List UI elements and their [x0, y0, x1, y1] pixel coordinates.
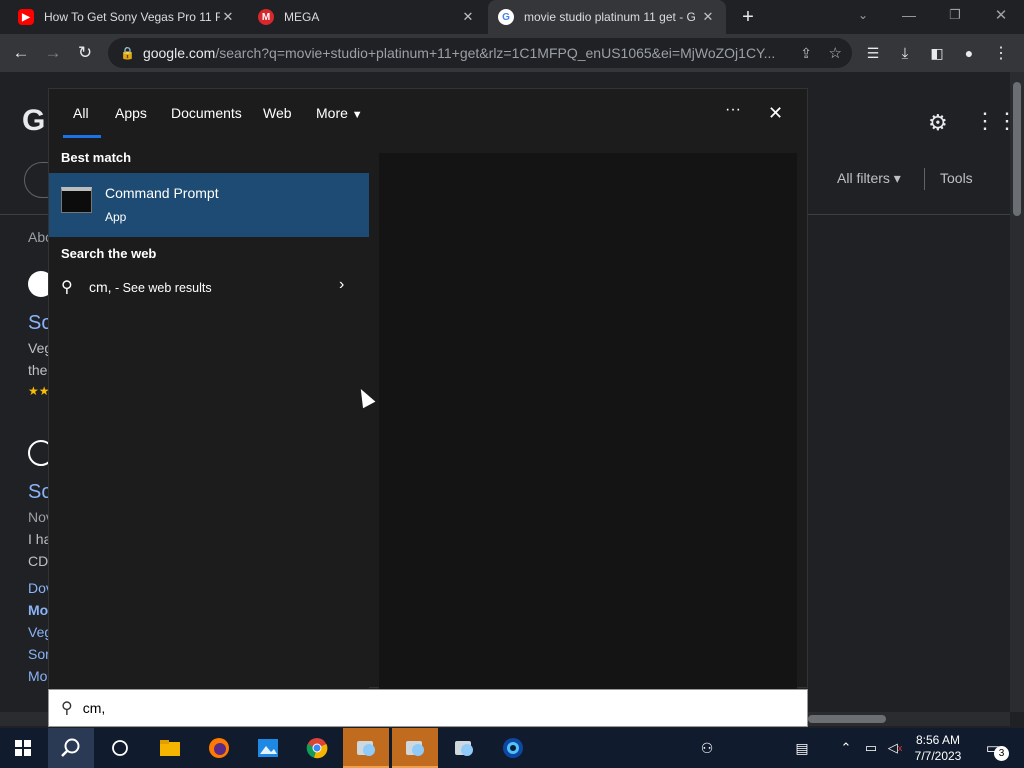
- tab-more-label: More: [316, 105, 348, 121]
- scrollbar-thumb[interactable]: [808, 715, 886, 723]
- network-icon[interactable]: ▭: [860, 728, 882, 768]
- tab-web[interactable]: Web: [263, 105, 292, 121]
- youtube-icon: ▶: [18, 9, 34, 25]
- volume-muted-icon[interactable]: ◁ x: [884, 728, 906, 768]
- close-window-icon[interactable]: ✕: [988, 2, 1014, 28]
- mega-icon: M: [258, 9, 274, 25]
- search-icon: ⚲: [61, 279, 73, 296]
- tab-apps[interactable]: Apps: [115, 105, 147, 121]
- url-host: google.com: [142, 45, 216, 61]
- reload-icon[interactable]: ↻: [72, 40, 98, 66]
- tab-documents[interactable]: Documents: [171, 105, 242, 121]
- url-text: google.com/search?q=movie+studio+platinu…: [143, 45, 783, 61]
- notification-count-badge: 3: [994, 746, 1009, 761]
- tab-title: How To Get Sony Vegas Pro 11 F: [44, 10, 220, 24]
- clock-date: 7/7/2023: [914, 749, 962, 763]
- result-snippet: CD: [28, 553, 49, 569]
- chrome-icon[interactable]: [294, 728, 340, 768]
- tab-more[interactable]: More ▼: [316, 105, 363, 121]
- side-panel-icon[interactable]: ◧: [924, 40, 950, 66]
- close-flyout-icon[interactable]: ✕: [768, 103, 783, 124]
- all-filters-button[interactable]: All filters ▾: [837, 170, 901, 187]
- search-icon[interactable]: [48, 728, 94, 768]
- search-web-heading: Search the web: [61, 246, 157, 261]
- sitelink[interactable]: Sor: [28, 646, 50, 662]
- web-result[interactable]: ⚲ cm, - See web results ›: [49, 269, 369, 305]
- best-match-command-prompt[interactable]: Command Prompt App: [49, 173, 369, 237]
- close-tab-icon[interactable]: ✕: [220, 9, 236, 25]
- close-tab-icon[interactable]: ✕: [700, 9, 716, 25]
- web-query-text: cm,: [89, 279, 112, 295]
- active-tab-indicator: [63, 135, 101, 138]
- best-match-heading: Best match: [61, 150, 132, 165]
- tab-mega[interactable]: M MEGA ✕: [248, 0, 486, 34]
- photos-icon[interactable]: [245, 728, 291, 768]
- vertical-scrollbar[interactable]: [1010, 72, 1024, 712]
- firefox-icon[interactable]: [196, 728, 242, 768]
- reading-list-icon[interactable]: ☰: [860, 40, 886, 66]
- camera-app-icon[interactable]: [490, 728, 536, 768]
- google-icon: G: [498, 9, 514, 25]
- bookmark-star-icon[interactable]: ☆: [829, 44, 842, 62]
- browser-menu-icon[interactable]: ⋮: [988, 40, 1014, 66]
- preview-pane: [379, 153, 797, 689]
- app-icon[interactable]: [343, 728, 389, 768]
- news-widget-icon[interactable]: ▤: [788, 728, 816, 768]
- taskbar: ⚇ ▤ ⌃ ▭ ◁ x 8:56 AM 7/7/2023 ▭ 3: [0, 728, 1024, 768]
- tab-title: MEGA: [284, 10, 320, 24]
- tab-youtube[interactable]: ▶ How To Get Sony Vegas Pro 11 F ✕: [8, 0, 246, 34]
- sitelink[interactable]: Mo: [28, 668, 47, 684]
- download-icon[interactable]: ⤓: [892, 40, 918, 66]
- url-path: /search?q=movie+studio+platinum+11+get&r…: [215, 45, 776, 61]
- more-options-icon[interactable]: ···: [725, 101, 741, 119]
- clock-time: 8:56 AM: [915, 733, 961, 747]
- google-logo[interactable]: G: [22, 104, 45, 138]
- minimize-icon[interactable]: —: [896, 2, 922, 28]
- search-scope-tabs: All Apps Documents Web More ▼ ··· ✕: [49, 89, 809, 139]
- lock-icon: 🔒: [120, 46, 135, 60]
- file-explorer-icon[interactable]: [147, 728, 193, 768]
- rating-stars-icon: ★★: [28, 384, 50, 398]
- result-subtitle: App: [105, 210, 127, 224]
- app-icon[interactable]: [392, 728, 438, 768]
- web-query: cm, - See web results: [89, 279, 212, 295]
- tab-strip: ▶ How To Get Sony Vegas Pro 11 F ✕ M MEG…: [0, 0, 1024, 34]
- toolbar-divider: [924, 168, 925, 190]
- tools-button[interactable]: Tools: [940, 170, 973, 186]
- tab-all[interactable]: All: [73, 105, 89, 121]
- show-hidden-icons[interactable]: ⌃: [836, 728, 856, 768]
- share-icon[interactable]: ⇪: [800, 45, 812, 62]
- profile-icon[interactable]: ●: [956, 40, 982, 66]
- command-prompt-icon: [61, 187, 92, 213]
- tab-google-search[interactable]: G movie studio platinum 11 get - G ✕: [488, 0, 726, 34]
- search-query: cm,: [82, 700, 106, 716]
- results-list: Best match Command Prompt App Search the…: [49, 139, 369, 689]
- task-view-icon[interactable]: [97, 728, 143, 768]
- tab-title: movie studio platinum 11 get - G: [524, 10, 696, 24]
- caret-down-icon: ▼: [351, 109, 363, 121]
- restore-icon[interactable]: ❐: [942, 2, 968, 28]
- sitelink[interactable]: Mo: [28, 602, 48, 618]
- clock[interactable]: 8:56 AM 7/7/2023: [910, 728, 966, 768]
- web-suffix-text: - See web results: [111, 281, 212, 295]
- search-input[interactable]: ⚲ cm,: [48, 689, 808, 727]
- tab-search-chevron-icon[interactable]: ⌄: [850, 2, 876, 28]
- address-bar[interactable]: 🔒 google.com/search?q=movie+studio+plati…: [108, 38, 852, 68]
- browser-toolbar: ← → ↻ 🔒 google.com/search?q=movie+studio…: [0, 34, 1024, 72]
- search-icon: ⚲: [61, 700, 73, 717]
- windows-search-flyout: All Apps Documents Web More ▼ ··· ✕ Best…: [48, 88, 809, 689]
- result-title: Command Prompt: [105, 185, 219, 201]
- back-icon[interactable]: ←: [8, 40, 34, 66]
- all-filters-label: All filters: [837, 170, 890, 186]
- start-icon[interactable]: [0, 728, 46, 768]
- app-icon[interactable]: [441, 728, 487, 768]
- result-snippet: the: [28, 362, 48, 378]
- new-tab-button[interactable]: +: [735, 4, 761, 30]
- settings-gear-icon[interactable]: ⚙: [928, 110, 948, 136]
- close-tab-icon[interactable]: ✕: [460, 9, 476, 25]
- chevron-right-icon[interactable]: ›: [339, 276, 344, 294]
- scrollbar-thumb[interactable]: [1013, 82, 1021, 216]
- people-icon[interactable]: ⚇: [694, 728, 720, 768]
- forward-icon[interactable]: →: [40, 40, 66, 66]
